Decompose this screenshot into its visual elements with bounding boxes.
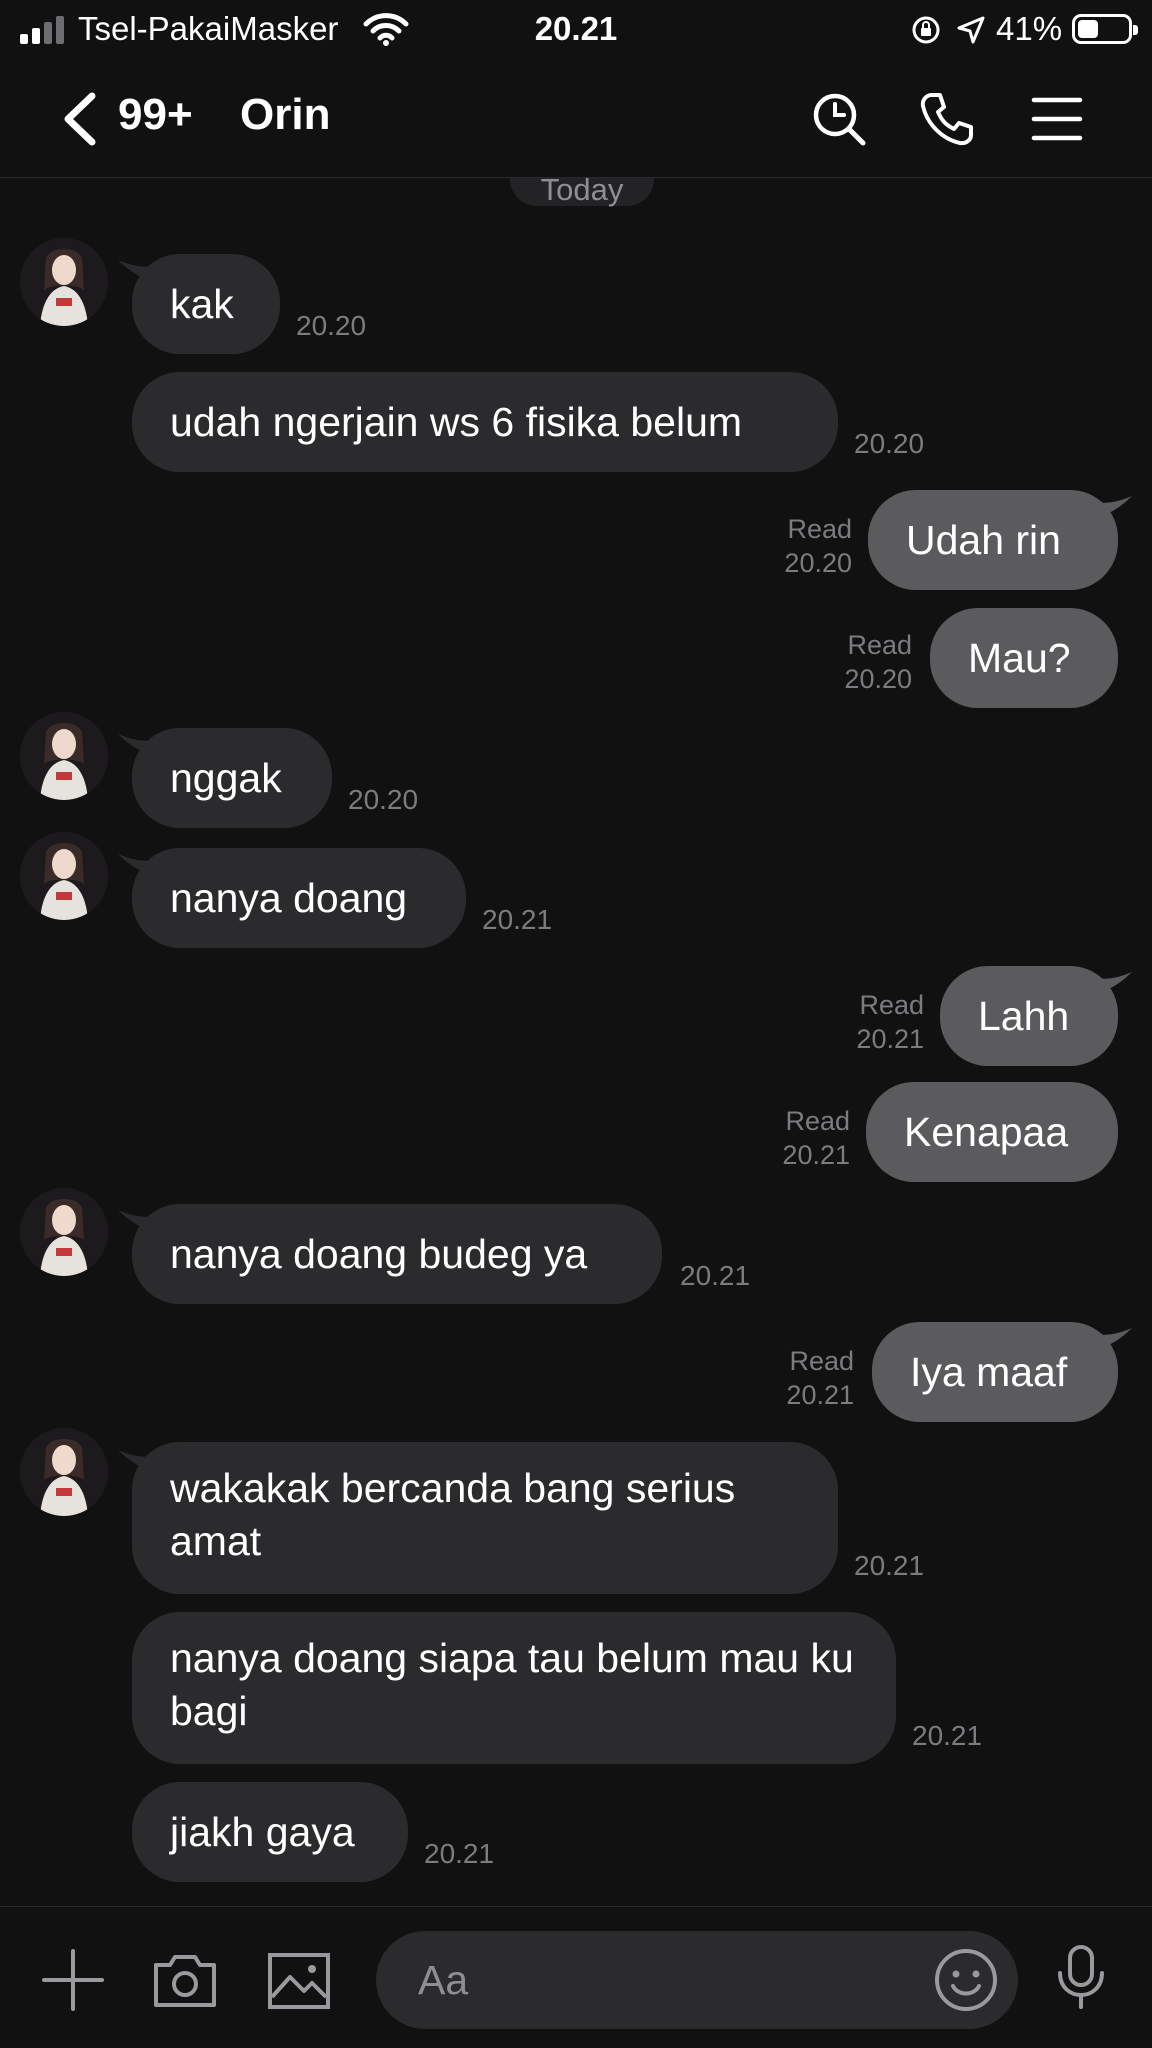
read-receipt: Read 20.20 <box>844 630 912 694</box>
emoji-icon[interactable] <box>932 1946 1000 2014</box>
message-bubble-incoming[interactable]: nanya doang <box>132 848 466 948</box>
microphone-icon[interactable] <box>1046 1941 1116 2011</box>
message-bubble-incoming[interactable]: nanya doang siapa tau belum mau ku bagi <box>132 1612 896 1764</box>
unread-count[interactable]: 99+ <box>118 90 193 140</box>
message-time: 20.20 <box>854 428 925 459</box>
message-text: Lahh <box>978 993 1070 1039</box>
search-icon[interactable] <box>810 90 868 148</box>
battery-percent: 41% <box>996 10 1063 47</box>
read-receipt: Read 20.21 <box>856 990 924 1054</box>
message-text: udah ngerjain ws 6 fisika belum <box>170 399 743 445</box>
message-text: Mau? <box>968 635 1071 681</box>
bubble-tail <box>1096 1328 1132 1350</box>
phone-icon[interactable] <box>918 90 976 148</box>
status-bar: Tsel-PakaiMasker 20.21 41% <box>0 0 1152 60</box>
menu-icon[interactable] <box>1028 90 1086 148</box>
message-time: 20.20 <box>296 310 367 341</box>
message-input-placeholder: Aa <box>418 1957 469 2003</box>
message-bubble-incoming[interactable]: jiakh gaya <box>132 1782 408 1882</box>
message-input[interactable]: Aa <box>376 1931 1018 2029</box>
message-bubble-incoming[interactable]: nanya doang budeg ya <box>132 1204 662 1304</box>
battery-icon <box>1072 14 1138 44</box>
status-time: 20.21 <box>534 10 618 47</box>
message-text: jiakh gaya <box>170 1809 355 1855</box>
message-time: 20.21 <box>680 1260 751 1291</box>
message-text: Kenapaa <box>904 1109 1069 1155</box>
image-icon[interactable] <box>264 1945 334 2015</box>
message-text: nggak <box>170 755 282 801</box>
message-bubble-incoming[interactable]: kak <box>132 254 280 354</box>
message-bubble-incoming[interactable]: nggak <box>132 728 332 828</box>
message-input-bar: Aa <box>0 1906 1152 2048</box>
bubble-tail <box>1096 496 1132 518</box>
message-text: kak <box>170 281 234 327</box>
message-bubble-incoming[interactable]: wakakak bercanda bang serius amat <box>132 1442 838 1594</box>
read-receipt: Read 20.21 <box>786 1346 854 1410</box>
read-receipt: Read 20.21 <box>782 1106 850 1170</box>
message-bubble-incoming[interactable]: udah ngerjain ws 6 fisika belum <box>132 372 838 472</box>
chat-header: 99+ Orin <box>0 60 1152 178</box>
message-text: nanya doang budeg ya <box>170 1231 588 1277</box>
message-bubble-outgoing[interactable]: Iya maaf <box>872 1322 1118 1422</box>
plus-icon[interactable] <box>38 1945 108 2015</box>
message-time: 20.21 <box>424 1838 495 1869</box>
avatar[interactable] <box>20 712 108 800</box>
message-time: 20.20 <box>348 784 419 815</box>
message-text: wakakak bercanda bang serius amat <box>170 1465 736 1564</box>
message-text: Iya maaf <box>910 1349 1068 1395</box>
message-time: 20.21 <box>482 904 553 935</box>
avatar[interactable] <box>20 238 108 326</box>
message-bubble-outgoing[interactable]: Kenapaa <box>866 1082 1118 1182</box>
read-receipt: Read 20.20 <box>784 514 852 578</box>
message-bubble-outgoing[interactable]: Mau? <box>930 608 1118 708</box>
chat-title[interactable]: Orin <box>240 90 330 140</box>
camera-icon[interactable] <box>150 1945 220 2015</box>
rotation-lock-icon <box>912 16 940 44</box>
message-list[interactable]: Today kak 20.20 udah ngerjain ws 6 fisik… <box>0 178 1152 1906</box>
avatar[interactable] <box>20 1428 108 1516</box>
message-text: nanya doang <box>170 875 408 921</box>
bubble-tail <box>1096 972 1132 994</box>
message-bubble-outgoing[interactable]: Udah rin <box>868 490 1118 590</box>
avatar[interactable] <box>20 1188 108 1276</box>
message-time: 20.21 <box>912 1720 983 1751</box>
message-bubble-outgoing[interactable]: Lahh <box>940 966 1118 1066</box>
message-time: 20.21 <box>854 1550 925 1581</box>
date-separator: Today <box>510 178 654 207</box>
avatar[interactable] <box>20 832 108 920</box>
message-text: nanya doang siapa tau belum mau ku bagi <box>170 1635 854 1734</box>
message-text: Udah rin <box>906 517 1061 563</box>
location-arrow-icon <box>957 16 985 44</box>
back-chevron-icon[interactable] <box>60 90 100 148</box>
